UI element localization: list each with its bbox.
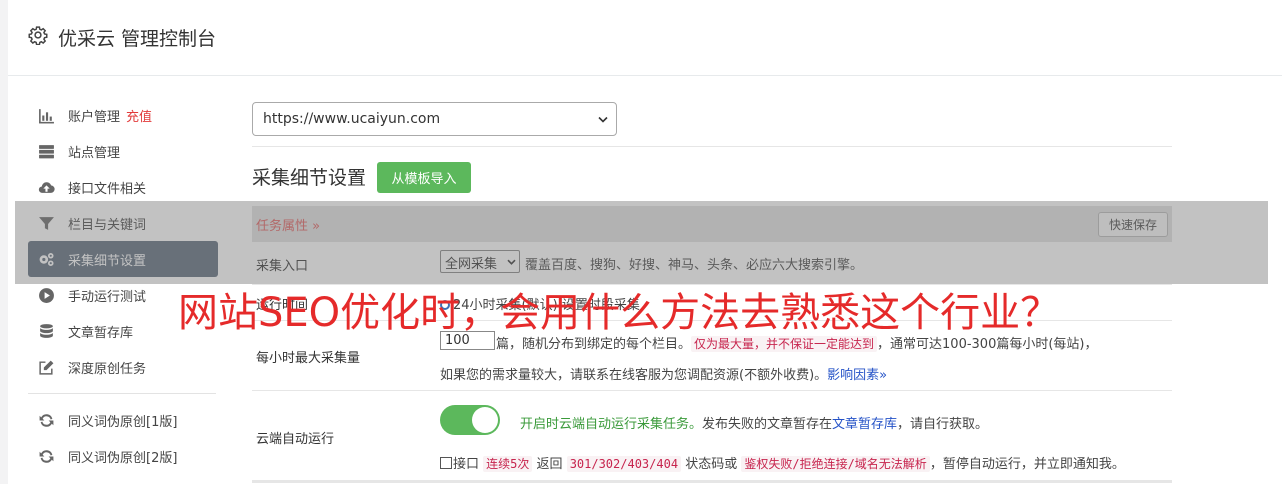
cloud-run-desc: 开启时云端自动运行采集任务。发布失败的文章暂存在文章暂存库，请自行获取。: [520, 413, 988, 432]
bar-chart-icon: [39, 108, 54, 123]
refresh-icon: [39, 413, 54, 427]
cloud-run-toggle[interactable]: [440, 405, 500, 435]
sidebar-item-account[interactable]: 账户管理 充值: [28, 97, 218, 133]
cloud-text-4: 状态码或: [685, 457, 738, 472]
sidebar-item-synonym-v2[interactable]: 同义词伪原创[2版]: [28, 438, 218, 474]
row-divider: [252, 390, 1172, 391]
code-errors: 鉴权失败/拒绝连接/域名无法解析: [741, 456, 930, 472]
sidebar-item-label: 账户管理: [68, 109, 121, 125]
sidebar-divider: [28, 393, 216, 394]
cloud-text-2: ，请自行获取。: [897, 417, 989, 432]
max-per-hour-line2: 如果您的需求量较大，请联系在线客服为您调配资源(不额外收费)。影响因素»: [440, 364, 887, 383]
database-icon: [40, 323, 53, 338]
refresh-icon: [39, 449, 54, 463]
sidebar-item-label: 同义词伪原创[1版]: [68, 414, 178, 430]
toggle-knob: [472, 407, 498, 433]
gear-icon: [28, 26, 48, 45]
cloud-green-text: 开启时云端自动运行采集任务。: [520, 417, 703, 432]
section-title: 采集细节设置: [252, 167, 367, 189]
max-text-2: ，通常可达100-300篇每小时(每站)，: [877, 337, 1098, 352]
dim-overlay: [15, 201, 1268, 284]
import-template-button[interactable]: 从模板导入: [377, 162, 471, 193]
sidebar-item-label: 同义词伪原创[2版]: [68, 450, 178, 466]
cloud-text-5: ，暂停自动运行，并立即通知我。: [929, 457, 1125, 472]
sidebar-item-label: 接口文件相关: [68, 181, 147, 197]
row-divider: [252, 480, 1172, 483]
cloud-upload-icon: [38, 181, 55, 193]
max-text-3: 如果您的需求量较大，请联系在线客服为您调配资源(不额外收费)。: [440, 368, 828, 383]
cb-label: 接口: [453, 457, 480, 472]
code-status: 301/302/403/404: [566, 456, 682, 472]
site-select[interactable]: https://www.ucaiyun.com: [252, 102, 617, 136]
server-icon: [39, 144, 54, 158]
max-per-hour-label: 每小时最大采集量: [256, 351, 361, 366]
cloud-text-1: 发布失败的文章暂存在: [702, 417, 833, 432]
influence-factors-link[interactable]: 影响因素»: [827, 368, 887, 383]
page-title: 优采云 管理控制台: [58, 28, 217, 50]
divider: [252, 146, 1172, 147]
sidebar-item-label: 手动运行测试: [68, 289, 147, 305]
max-text-1: 篇，随机分布到绑定的每个栏目。: [496, 337, 692, 352]
play-circle-icon: [39, 287, 54, 303]
sidebar-item-deep-original[interactable]: 深度原创任务: [28, 349, 218, 385]
cloud-text-3: 返回: [536, 457, 563, 472]
chevron-down-icon: [598, 116, 608, 123]
edit-icon: [39, 360, 54, 375]
code-consecutive: 连续5次: [483, 456, 533, 472]
max-note-code: 仅为最大量，并不保证一定能达到: [691, 336, 878, 352]
cloud-run-label: 云端自动运行: [256, 432, 335, 447]
pause-checkbox[interactable]: [440, 457, 452, 469]
recharge-link[interactable]: 充值: [126, 106, 152, 125]
site-select-value: https://www.ucaiyun.com: [263, 111, 441, 127]
sidebar-item-sites[interactable]: 站点管理: [28, 133, 218, 169]
app-header: 优采云 管理控制台: [8, 0, 1282, 76]
sidebar-item-label: 站点管理: [68, 145, 121, 161]
sidebar-item-synonym-v1[interactable]: 同义词伪原创[1版]: [28, 402, 218, 438]
article-store-link[interactable]: 文章暂存库: [832, 417, 897, 432]
sidebar-item-interface-files[interactable]: 接口文件相关: [28, 169, 218, 205]
overlay-title: 网站SEO优化时，会用什么方法去熟悉这个行业？: [178, 290, 1061, 336]
sidebar-item-label: 文章暂存库: [68, 325, 134, 341]
cloud-run-pause-option: 接口 连续5次 返回 301/302/403/404 状态码或 鉴权失败/拒绝连…: [440, 453, 1125, 472]
sidebar-item-label: 深度原创任务: [68, 361, 147, 377]
